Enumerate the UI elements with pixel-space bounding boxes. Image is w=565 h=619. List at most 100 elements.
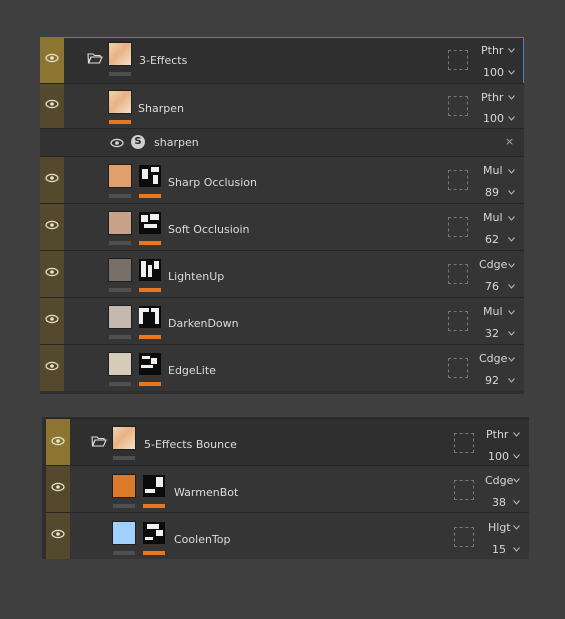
mask-slot[interactable]	[454, 480, 474, 500]
blend-mode[interactable]: Mul	[483, 305, 503, 318]
layer-name[interactable]: DarkenDown	[168, 317, 239, 330]
layer-mask-thumbnail[interactable]	[139, 306, 161, 328]
blend-mode[interactable]: Cdge	[479, 352, 507, 365]
layer-mask-thumbnail[interactable]	[139, 259, 161, 281]
opacity-value[interactable]: 89	[485, 186, 499, 199]
layer-name[interactable]: LightenUp	[168, 270, 224, 283]
opacity-value[interactable]: 76	[485, 280, 499, 293]
chevron-down-icon[interactable]	[508, 169, 515, 174]
layer-thumbnail[interactable]	[108, 164, 132, 188]
layer-thumbnail[interactable]	[108, 305, 132, 329]
eye-icon[interactable]	[45, 173, 59, 183]
eye-icon[interactable]	[51, 482, 65, 492]
blend-mode[interactable]: Pthr	[481, 44, 503, 57]
layer-group-3-effects[interactable]: 3-Effects Pthr 100	[40, 37, 524, 84]
layer-thumbnail[interactable]	[108, 90, 132, 114]
eye-icon[interactable]	[45, 220, 59, 230]
chevron-down-icon[interactable]	[508, 95, 515, 100]
chevron-down-icon[interactable]	[508, 70, 515, 75]
mask-slot[interactable]	[448, 50, 468, 70]
layer-mask-thumbnail[interactable]	[143, 475, 165, 497]
eye-icon[interactable]	[110, 138, 124, 148]
layer-name[interactable]: EdgeLite	[168, 364, 216, 377]
blend-mode[interactable]: Hlgt	[488, 521, 511, 534]
chevron-down-icon[interactable]	[513, 525, 520, 530]
layer-sharpen[interactable]: Sharpen Pthr 100	[40, 83, 524, 129]
chevron-down-icon[interactable]	[513, 547, 520, 552]
opacity-value[interactable]: 100	[483, 66, 504, 79]
chevron-down-icon[interactable]	[508, 357, 515, 362]
opacity-value[interactable]: 100	[488, 450, 509, 463]
layer-name[interactable]: 3-Effects	[139, 54, 187, 67]
mask-slot[interactable]	[454, 527, 474, 547]
opacity-value[interactable]: 15	[492, 543, 506, 556]
blend-mode[interactable]: Cdge	[485, 474, 513, 487]
chevron-down-icon[interactable]	[513, 478, 520, 483]
eye-icon[interactable]	[51, 529, 65, 539]
eye-icon[interactable]	[45, 267, 59, 277]
layer-mask-thumbnail[interactable]	[139, 353, 161, 375]
folder-open-icon[interactable]	[91, 435, 107, 447]
chevron-down-icon[interactable]	[508, 190, 515, 195]
layer-thumbnail[interactable]	[108, 42, 132, 66]
blend-mode[interactable]: Pthr	[481, 91, 503, 104]
blend-mode[interactable]: Cdge	[479, 258, 507, 271]
layer-name[interactable]: WarmenBot	[174, 486, 238, 499]
chevron-down-icon[interactable]	[508, 116, 515, 121]
layer-sharp-occlusion[interactable]: Sharp Occlusion Mul 89	[40, 156, 524, 203]
layer-name[interactable]: CoolenTop	[174, 533, 231, 546]
layer-thumbnail[interactable]	[108, 352, 132, 376]
opacity-value[interactable]: 32	[485, 327, 499, 340]
layer-mask-thumbnail[interactable]	[139, 212, 161, 234]
eye-icon[interactable]	[45, 99, 59, 109]
chevron-down-icon[interactable]	[513, 432, 520, 437]
chevron-down-icon[interactable]	[508, 48, 515, 53]
layer-soft-occlusion[interactable]: Soft Occlusioin Mul 62	[40, 203, 524, 250]
opacity-value[interactable]: 38	[492, 496, 506, 509]
eye-icon[interactable]	[45, 361, 59, 371]
chevron-down-icon[interactable]	[508, 284, 515, 289]
layer-name[interactable]: Soft Occlusioin	[168, 223, 250, 236]
layer-thumbnail[interactable]	[112, 474, 136, 498]
chevron-down-icon[interactable]	[508, 263, 515, 268]
mask-slot[interactable]	[448, 217, 468, 237]
layer-thumbnail[interactable]	[112, 426, 136, 450]
layer-darken-down[interactable]: DarkenDown Mul 32	[40, 297, 524, 344]
filter-row-sharpen[interactable]: S sharpen ×	[40, 128, 524, 156]
layer-name[interactable]: Sharp Occlusion	[168, 176, 257, 189]
blend-mode[interactable]: Mul	[483, 164, 503, 177]
blend-mode[interactable]: Mul	[483, 211, 503, 224]
chevron-down-icon[interactable]	[508, 378, 515, 383]
layer-name[interactable]: 5-Effects Bounce	[144, 438, 237, 451]
blend-mode[interactable]: Pthr	[486, 428, 508, 441]
layer-thumbnail[interactable]	[108, 211, 132, 235]
filter-name[interactable]: sharpen	[154, 136, 199, 149]
mask-slot[interactable]	[448, 170, 468, 190]
opacity-value[interactable]: 62	[485, 233, 499, 246]
close-icon[interactable]: ×	[505, 135, 514, 148]
layer-thumbnail[interactable]	[112, 521, 136, 545]
layer-name[interactable]: Sharpen	[138, 102, 184, 115]
eye-icon[interactable]	[45, 314, 59, 324]
mask-slot[interactable]	[448, 96, 468, 116]
mask-slot[interactable]	[448, 264, 468, 284]
opacity-value[interactable]: 92	[485, 374, 499, 387]
layer-mask-thumbnail[interactable]	[139, 165, 161, 187]
eye-icon[interactable]	[51, 436, 65, 446]
chevron-down-icon[interactable]	[508, 331, 515, 336]
layer-lighten-up[interactable]: LightenUp Cdge 76	[40, 250, 524, 297]
chevron-down-icon[interactable]	[508, 237, 515, 242]
folder-open-icon[interactable]	[87, 52, 103, 64]
chevron-down-icon[interactable]	[508, 216, 515, 221]
chevron-down-icon[interactable]	[513, 454, 520, 459]
opacity-value[interactable]: 100	[483, 112, 504, 125]
mask-slot[interactable]	[448, 311, 468, 331]
chevron-down-icon[interactable]	[508, 310, 515, 315]
eye-icon[interactable]	[45, 53, 59, 63]
layer-warmen-bot[interactable]: WarmenBot Cdge 38	[46, 465, 529, 512]
layer-edge-lite[interactable]: EdgeLite Cdge 92	[40, 344, 524, 391]
layer-thumbnail[interactable]	[108, 258, 132, 282]
layer-coolen-top[interactable]: CoolenTop Hlgt 15	[46, 512, 529, 559]
mask-slot[interactable]	[448, 358, 468, 378]
layer-mask-thumbnail[interactable]	[143, 522, 165, 544]
